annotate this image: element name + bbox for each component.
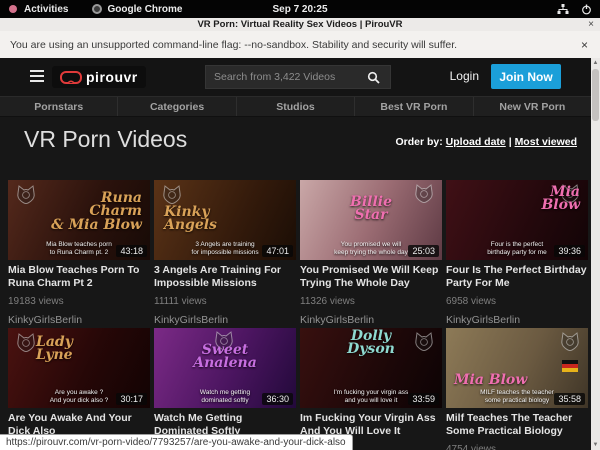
duration-badge: 39:36: [554, 245, 585, 257]
duration-badge: 30:17: [116, 393, 147, 405]
studio-watermark-icon: [412, 183, 436, 205]
scroll-up-icon[interactable]: ▲: [591, 58, 600, 68]
search-icon: [367, 71, 380, 84]
view-count: 11326 views: [300, 296, 442, 307]
duration-badge: 43:18: [116, 245, 147, 257]
tab-close-icon[interactable]: ×: [588, 20, 594, 30]
hamburger-menu-icon[interactable]: [30, 70, 44, 82]
network-icon[interactable]: [557, 4, 569, 15]
order-by-label: Order by:: [395, 136, 442, 148]
video-title[interactable]: Four Is The Perfect Birthday Party For M…: [446, 264, 588, 290]
scrollbar-thumb[interactable]: [592, 69, 599, 121]
search-button[interactable]: [356, 66, 390, 88]
video-thumbnail[interactable]: Dolly Dyson I'm fucking your virgin ass …: [300, 328, 442, 408]
nav-item-pornstars[interactable]: Pornstars: [0, 97, 118, 116]
link-preview-statusbar: https://pirouvr.com/vr-porn-video/779325…: [0, 434, 353, 450]
site-logo[interactable]: pirouvr: [52, 66, 146, 88]
studio-watermark-icon: [14, 332, 38, 354]
duration-badge: 36:30: [262, 393, 293, 405]
tab-title[interactable]: VR Porn: Virtual Reality Sex Videos | Pi…: [0, 19, 600, 30]
sandbox-warning-bar: You are using an unsupported command-lin…: [0, 31, 600, 59]
nav-item-new-vr-porn[interactable]: New VR Porn: [474, 97, 591, 116]
search-box: [205, 65, 391, 89]
video-title[interactable]: Mia Blow Teaches Porn To Runa Charm Pt 2: [8, 264, 150, 290]
nav-item-studios[interactable]: Studios: [237, 97, 355, 116]
thumbnail-performer-name: Mia Blow: [446, 374, 588, 387]
logo-text: pirouvr: [86, 69, 138, 85]
scroll-down-icon[interactable]: ▼: [591, 440, 600, 450]
main-nav: Pornstars Categories Studios Best VR Por…: [0, 96, 591, 117]
studio-watermark-icon: [412, 331, 436, 353]
video-card: Mia Blow Four is the perfect birthday pa…: [446, 180, 588, 326]
video-card: Lady Lyne Are you awake ? And your dick …: [8, 328, 150, 450]
studio-watermark-icon: [212, 330, 236, 352]
order-upload-date-link[interactable]: Upload date: [446, 136, 506, 148]
thumbnail-performer-name: Kinky Angels: [154, 206, 296, 233]
view-count: 19183 views: [8, 296, 150, 307]
video-card: Mia Blow MILF teaches the teacher some p…: [446, 328, 588, 450]
order-by-controls: Order by: Upload date | Most viewed: [395, 136, 577, 148]
video-card: Billie Star You promised we will keep tr…: [300, 180, 442, 326]
warning-close-icon[interactable]: ×: [581, 38, 588, 52]
video-card: Runa Charm & Mia Blow Mia Blow teaches p…: [8, 180, 150, 326]
nav-item-categories[interactable]: Categories: [118, 97, 236, 116]
system-top-bar: Activities Google Chrome Sep 7 20:25: [0, 0, 600, 18]
video-card: Sweet Analena Watch me getting dominated…: [154, 328, 296, 450]
video-card: Kinky Angels 3 Angels are training for i…: [154, 180, 296, 326]
video-thumbnail[interactable]: Kinky Angels 3 Angels are training for i…: [154, 180, 296, 260]
view-count: 6958 views: [446, 296, 588, 307]
studio-link[interactable]: KinkyGirlsBerlin: [446, 314, 588, 326]
page-title: VR Porn Videos: [24, 126, 187, 153]
warning-text: You are using an unsupported command-lin…: [10, 39, 457, 51]
join-now-button[interactable]: Join Now: [491, 64, 561, 89]
video-grid: Runa Charm & Mia Blow Mia Blow teaches p…: [8, 180, 588, 450]
duration-badge: 33:59: [408, 393, 439, 405]
video-thumbnail[interactable]: Billie Star You promised we will keep tr…: [300, 180, 442, 260]
search-input[interactable]: [206, 66, 364, 88]
power-icon[interactable]: [581, 4, 592, 15]
video-thumbnail[interactable]: Mia Blow Four is the perfect birthday pa…: [446, 180, 588, 260]
studio-link[interactable]: KinkyGirlsBerlin: [8, 314, 150, 326]
page-viewport: pirouvr Login Join Now Pornstars Categor…: [0, 58, 591, 450]
studio-watermark-icon: [558, 183, 582, 205]
site-header: pirouvr Login Join Now: [0, 58, 591, 96]
studio-link[interactable]: KinkyGirlsBerlin: [300, 314, 442, 326]
page-scrollbar[interactable]: ▲ ▼: [591, 58, 600, 450]
video-thumbnail[interactable]: Sweet Analena Watch me getting dominated…: [154, 328, 296, 408]
screen: Activities Google Chrome Sep 7 20:25 VR …: [0, 0, 600, 450]
clock[interactable]: Sep 7 20:25: [0, 4, 600, 15]
video-thumbnail[interactable]: Lady Lyne Are you awake ? And your dick …: [8, 328, 150, 408]
vr-goggles-icon: [60, 71, 82, 84]
nav-item-best-vr-porn[interactable]: Best VR Porn: [355, 97, 473, 116]
duration-badge: 25:03: [408, 245, 439, 257]
studio-watermark-icon: [558, 331, 582, 353]
studio-watermark-icon: [160, 184, 184, 206]
view-count: 4754 views: [446, 444, 588, 450]
order-most-viewed-link[interactable]: Most viewed: [515, 136, 577, 148]
video-thumbnail[interactable]: Mia Blow MILF teaches the teacher some p…: [446, 328, 588, 408]
studio-link[interactable]: KinkyGirlsBerlin: [154, 314, 296, 326]
duration-badge: 47:01: [262, 245, 293, 257]
login-link[interactable]: Login: [450, 69, 479, 83]
video-title[interactable]: You Promised We Will Keep Trying The Who…: [300, 264, 442, 290]
video-title[interactable]: Milf Teaches The Teacher Some Practical …: [446, 412, 588, 438]
order-separator: |: [509, 136, 512, 148]
video-title[interactable]: 3 Angels Are Training For Impossible Mis…: [154, 264, 296, 290]
view-count: 11111 views: [154, 296, 296, 307]
browser-tab-strip: VR Porn: Virtual Reality Sex Videos | Pi…: [0, 18, 600, 32]
duration-badge: 35:58: [554, 393, 585, 405]
video-card: Dolly Dyson I'm fucking your virgin ass …: [300, 328, 442, 450]
studio-watermark-icon: [14, 184, 38, 206]
video-thumbnail[interactable]: Runa Charm & Mia Blow Mia Blow teaches p…: [8, 180, 150, 260]
german-flag-decal: [562, 360, 578, 372]
